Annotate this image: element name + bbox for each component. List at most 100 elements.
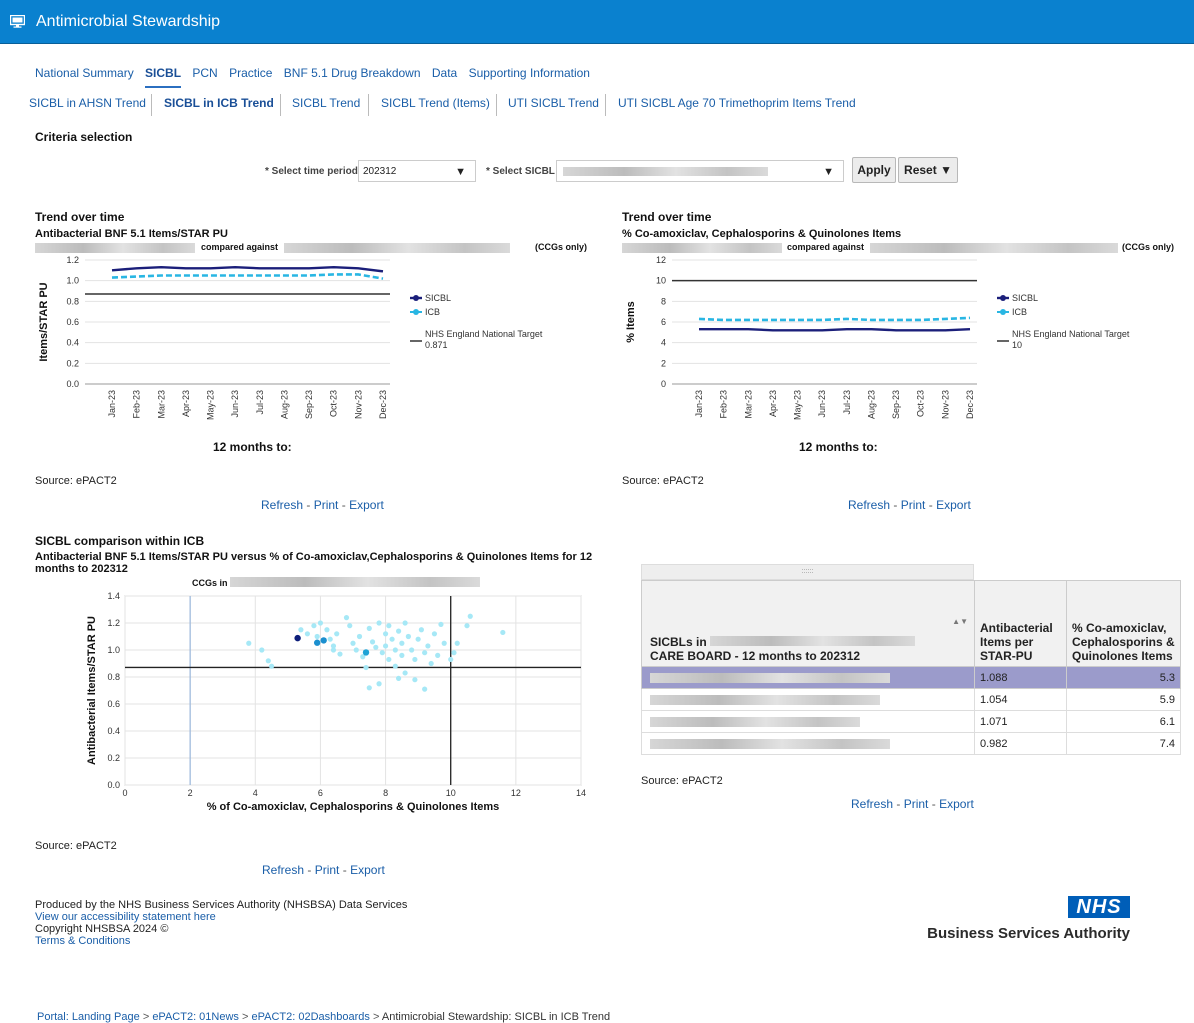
tab-pcn[interactable]: PCN bbox=[192, 66, 217, 80]
breadcrumb-item[interactable]: Portal: Landing Page bbox=[37, 1011, 140, 1023]
export-link[interactable]: Export bbox=[350, 863, 385, 877]
table-row[interactable]: 0.982 7.4 bbox=[641, 732, 1181, 755]
tab-supporting-info[interactable]: Supporting Information bbox=[469, 66, 590, 80]
scatter-point bbox=[448, 656, 454, 663]
sicbl-select[interactable]: ▼ bbox=[556, 160, 844, 182]
scatter-point bbox=[347, 623, 353, 629]
refresh-link[interactable]: Refresh bbox=[848, 498, 890, 512]
chart-actions: Refresh - Print - Export bbox=[262, 863, 385, 877]
subtab-uti-sicbl-trend[interactable]: UTI SICBL Trend bbox=[508, 96, 599, 110]
subtab-sicbl-trend[interactable]: SICBL Trend bbox=[292, 96, 360, 110]
y-axis-label: Items/STAR PU bbox=[38, 282, 50, 361]
x-tick-label: Sep-23 bbox=[891, 390, 901, 419]
scatter-point bbox=[317, 620, 324, 626]
export-link[interactable]: Export bbox=[939, 797, 974, 811]
tab-practice[interactable]: Practice bbox=[229, 66, 272, 80]
table-grip[interactable]: :::::: bbox=[641, 564, 974, 580]
scatter-point bbox=[324, 627, 330, 633]
terms-link[interactable]: Terms & Conditions bbox=[35, 935, 407, 947]
x-tick-label: 10 bbox=[446, 788, 456, 798]
scatter-point bbox=[343, 615, 350, 621]
items-cell: 1.054 bbox=[974, 688, 1067, 711]
x-tick-label: 14 bbox=[576, 788, 586, 798]
x-tick-label: 2 bbox=[188, 788, 193, 798]
x-tick-label: Feb-23 bbox=[719, 390, 729, 419]
y-axis-label: % Items bbox=[625, 301, 637, 343]
trend-subtitle: Antibacterial BNF 5.1 Items/STAR PU bbox=[35, 228, 228, 240]
apply-button[interactable]: Apply bbox=[852, 157, 896, 183]
table-row[interactable]: 1.054 5.9 bbox=[641, 688, 1181, 711]
x-tick-label: Dec-23 bbox=[965, 390, 975, 419]
subtab-uti-trimethoprim[interactable]: UTI SICBL Age 70 Trimethoprim Items Tren… bbox=[618, 96, 856, 110]
legend-label: SICBL bbox=[1012, 293, 1038, 303]
x-axis-label: 12 months to: bbox=[799, 440, 878, 454]
trend-section-title: Trend over time bbox=[35, 210, 125, 224]
x-tick-label: 8 bbox=[383, 788, 388, 798]
tab-data[interactable]: Data bbox=[432, 66, 457, 80]
y-tick-label: 4 bbox=[661, 338, 666, 348]
y-tick-label: 2 bbox=[661, 358, 666, 368]
scatter-point-highlight bbox=[294, 634, 301, 642]
scatter-point bbox=[438, 621, 444, 627]
y-tick-label: 10 bbox=[656, 276, 666, 286]
y-tick-label: 0.6 bbox=[66, 317, 79, 327]
reset-button[interactable]: Reset ▼ bbox=[898, 157, 958, 183]
breadcrumb-current: Antimicrobial Stewardship: SICBL in ICB … bbox=[381, 1011, 611, 1023]
legend-label: ICB bbox=[1012, 307, 1027, 317]
column-header-sicbl[interactable]: ▲▼ SICBLs in CARE BOARD - 12 months to 2… bbox=[641, 580, 975, 667]
scatter-point bbox=[435, 652, 441, 658]
y-tick-label: 12 bbox=[656, 255, 666, 265]
copyright: Copyright NHSBSA 2024 © bbox=[35, 923, 169, 935]
tab-bnf-breakdown[interactable]: BNF 5.1 Drug Breakdown bbox=[284, 66, 421, 80]
trend-section-title: Trend over time bbox=[622, 210, 712, 224]
redacted-name bbox=[650, 694, 880, 705]
x-tick-label: Sep-23 bbox=[304, 390, 314, 419]
compared-label: compared against bbox=[787, 242, 865, 252]
breadcrumb-item[interactable]: ePACT2: 01News bbox=[152, 1011, 239, 1023]
nhsbsa-logo: NHS Business Services Authority bbox=[904, 896, 1130, 946]
breadcrumb-item[interactable]: ePACT2: 02Dashboards bbox=[251, 1011, 369, 1023]
subtab-sicbl-icb-trend[interactable]: SICBL in ICB Trend bbox=[164, 96, 274, 110]
refresh-link[interactable]: Refresh bbox=[261, 498, 303, 512]
comparison-scatter-chart: 0.0 0.2 0.4 0.6 0.8 1.0 1.2 1.4 0 2 4 6 8 10 12 14 Antib… bbox=[86, 591, 586, 813]
x-tick-label: 12 bbox=[511, 788, 521, 798]
time-period-select[interactable]: 202312 ▼ bbox=[358, 160, 476, 182]
sep: - bbox=[893, 498, 898, 512]
sep: - bbox=[306, 498, 311, 512]
redacted-name bbox=[650, 738, 890, 749]
print-link[interactable]: Print bbox=[904, 797, 929, 811]
tab-national-summary[interactable]: National Summary bbox=[35, 66, 134, 80]
x-tick-label: 6 bbox=[318, 788, 323, 798]
print-link[interactable]: Print bbox=[901, 498, 926, 512]
sort-arrows-icon[interactable]: ▲▼ bbox=[952, 617, 968, 626]
scatter-point bbox=[412, 677, 418, 683]
pct-cell: 5.9 bbox=[1066, 688, 1181, 711]
column-header-items[interactable]: Antibacterial Items per STAR-PU bbox=[974, 580, 1067, 667]
x-tick-label: May-23 bbox=[793, 390, 803, 420]
tab-sicbl[interactable]: SICBL bbox=[145, 66, 182, 88]
refresh-link[interactable]: Refresh bbox=[851, 797, 893, 811]
scatter-point bbox=[428, 660, 434, 667]
dropdown-caret-icon: ▼ bbox=[455, 166, 466, 178]
print-link[interactable]: Print bbox=[314, 498, 339, 512]
sub-tabs: SICBL in AHSN Trend SICBL in ICB Trend S… bbox=[0, 94, 1194, 118]
ccgs-only-label: (CCGs only) bbox=[1122, 242, 1175, 252]
column-header-pct[interactable]: % Co-amoxiclav, Cephalosporins & Quinolo… bbox=[1066, 580, 1181, 667]
subtab-sicbl-ahsn-trend[interactable]: SICBL in AHSN Trend bbox=[29, 96, 146, 110]
scatter-point bbox=[330, 647, 337, 653]
refresh-link[interactable]: Refresh bbox=[262, 863, 304, 877]
export-link[interactable]: Export bbox=[936, 498, 971, 512]
scatter-point bbox=[418, 627, 424, 633]
y-tick-label: 1.0 bbox=[66, 276, 79, 286]
y-tick-label: 0.4 bbox=[66, 338, 79, 348]
legend-marker-sicbl bbox=[1000, 295, 1006, 301]
subtab-divider bbox=[368, 94, 369, 116]
scatter-point bbox=[415, 636, 421, 642]
table-row[interactable]: 1.071 6.1 bbox=[641, 710, 1181, 733]
export-link[interactable]: Export bbox=[349, 498, 384, 512]
subtab-sicbl-trend-items[interactable]: SICBL Trend (Items) bbox=[381, 96, 490, 110]
accessibility-link[interactable]: View our accessibility statement here bbox=[35, 911, 407, 923]
print-link[interactable]: Print bbox=[315, 863, 340, 877]
scatter-point bbox=[409, 647, 415, 653]
table-row[interactable]: 1.088 5.3 bbox=[641, 666, 1181, 689]
